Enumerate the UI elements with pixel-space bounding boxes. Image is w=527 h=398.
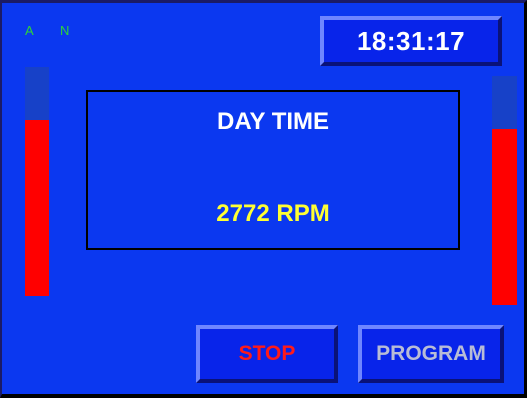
right-level-bar <box>492 76 517 305</box>
program-button[interactable]: PROGRAM <box>358 325 504 383</box>
hmi-screen: A N 18:31:17 DAY TIME 2772 RPM STOP PROG… <box>0 0 527 398</box>
status-panel: DAY TIME 2772 RPM <box>86 90 460 250</box>
rpm-readout: 2772 RPM <box>216 200 330 227</box>
mode-title: DAY TIME <box>216 108 330 135</box>
left-level-fill <box>25 119 49 296</box>
stop-button[interactable]: STOP <box>196 325 338 383</box>
stop-button-label: STOP <box>238 342 296 365</box>
clock-display[interactable]: 18:31:17 <box>320 16 502 66</box>
clock-time: 18:31:17 <box>356 25 466 56</box>
right-level-fill <box>492 128 517 305</box>
program-button-label: PROGRAM <box>376 342 486 365</box>
indicator-a: A <box>25 23 34 38</box>
indicator-n: N <box>60 23 70 38</box>
left-level-bar <box>25 67 49 296</box>
